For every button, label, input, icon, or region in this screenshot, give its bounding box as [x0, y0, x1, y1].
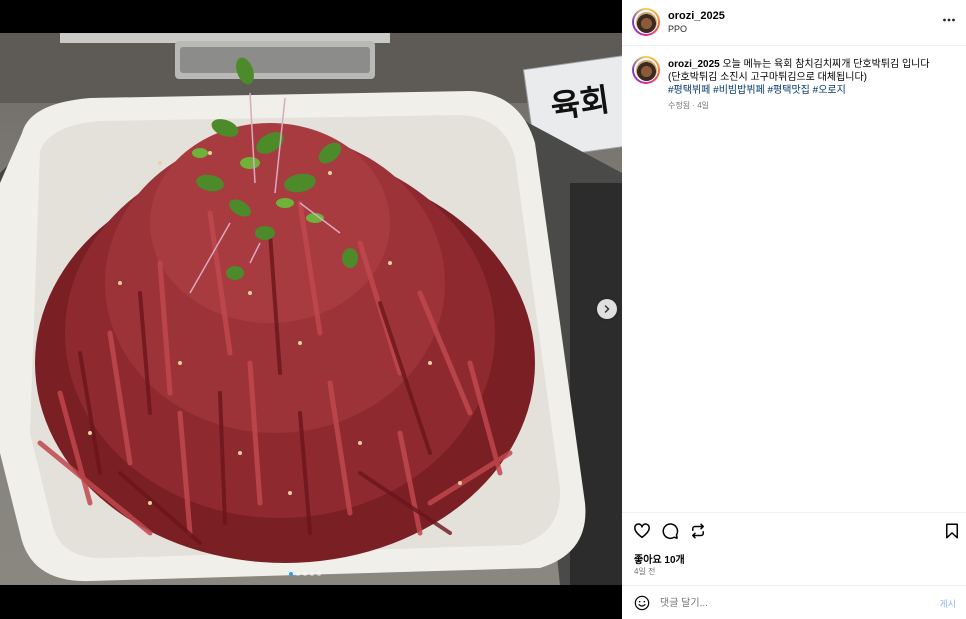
caption-text: orozi_2025 오늘 메뉴는 육회 참치김치찌개 단호박튀김 입니다 (단…: [668, 58, 958, 97]
comment-input[interactable]: [660, 594, 910, 612]
comment-box: 게시: [622, 585, 966, 619]
caption-area: orozi_2025 오늘 메뉴는 육회 참치김치찌개 단호박튀김 입니다 (단…: [622, 46, 966, 512]
hashtag[interactable]: #평택맛집: [768, 85, 810, 96]
post-comment-button[interactable]: 게시: [939, 597, 956, 610]
post-sidebar: orozi_2025 PPO orozi_2025 오늘 메뉴는 육회 참치김치…: [622, 0, 966, 619]
caption-line-1: 오늘 메뉴는 육회 참치김치찌개 단호박튀김 입니다: [722, 59, 930, 70]
carousel-dot: [289, 572, 293, 576]
repost-icon[interactable]: [689, 522, 707, 540]
post-timestamp: 4일 전: [634, 567, 656, 576]
media-panel: 육회: [0, 0, 622, 619]
like-count[interactable]: 좋아요 10개: [634, 551, 685, 566]
author-subtitle[interactable]: PPO: [668, 24, 687, 34]
bookmark-icon[interactable]: [943, 522, 961, 540]
chevron-right-icon: [604, 305, 610, 313]
hashtag[interactable]: #오로지: [813, 85, 846, 96]
next-image-button[interactable]: [597, 299, 617, 319]
carousel-indicator: [289, 572, 321, 576]
post-photo: 육회: [0, 33, 622, 585]
heart-icon[interactable]: [633, 522, 651, 540]
sign-text: 육회: [548, 80, 612, 126]
caption-meta: 수정됨 · 4일: [668, 101, 709, 110]
carousel-dot: [317, 572, 321, 576]
avatar[interactable]: [632, 8, 660, 36]
author-username[interactable]: orozi_2025: [668, 10, 725, 22]
emoji-icon[interactable]: [634, 595, 650, 611]
caption-username[interactable]: orozi_2025: [668, 59, 720, 70]
carousel-dot: [310, 572, 314, 576]
comment-icon[interactable]: [661, 522, 679, 540]
hashtag[interactable]: #비빔밥뷔페: [713, 85, 765, 96]
food-photo: 육회: [0, 33, 622, 585]
caption-line-2: (단호박튀김 소진시 고구마튀김으로 대체됩니다): [668, 72, 867, 83]
post-viewer: 육회 orozi_2025 PPO orozi_2025 오늘 메뉴는 육회 참…: [0, 0, 966, 619]
more-icon[interactable]: [942, 13, 956, 27]
carousel-dot: [303, 572, 307, 576]
post-header: orozi_2025 PPO: [622, 0, 966, 46]
hashtag-list: #평택뷔페 #비빔밥뷔페 #평택맛집 #오로지: [668, 85, 846, 96]
hashtag[interactable]: #평택뷔페: [668, 85, 710, 96]
caption-avatar[interactable]: [632, 56, 660, 84]
action-bar: 좋아요 10개 4일 전: [622, 512, 966, 584]
carousel-dot: [296, 572, 300, 576]
